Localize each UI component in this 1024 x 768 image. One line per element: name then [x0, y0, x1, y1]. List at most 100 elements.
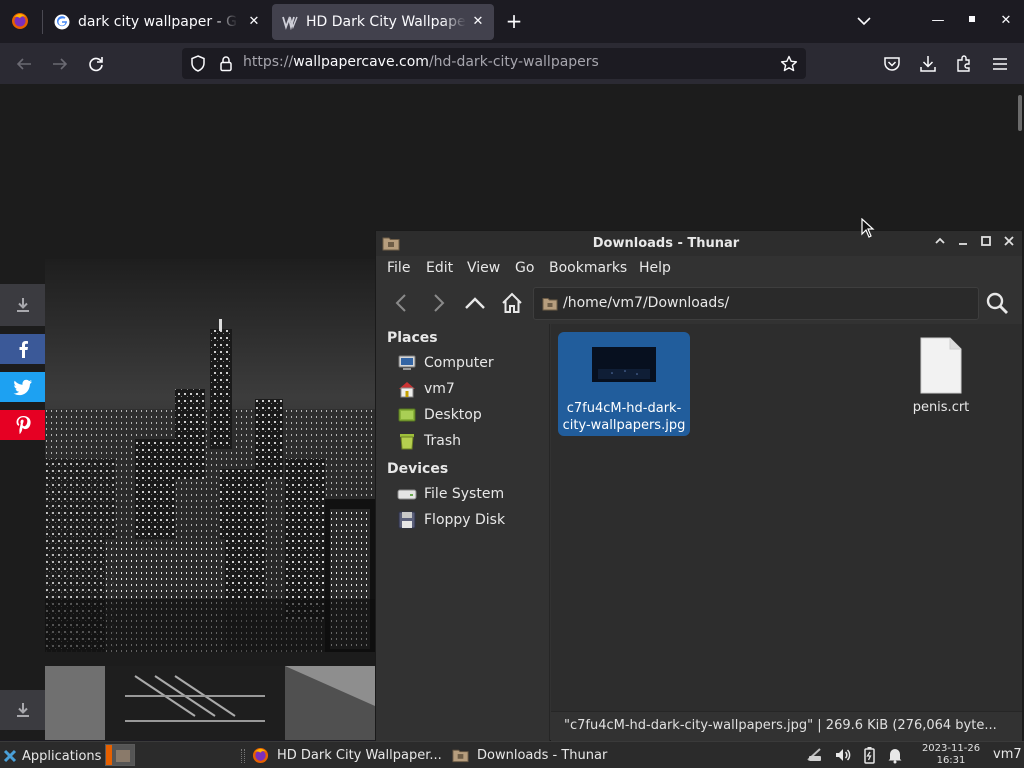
battery-icon[interactable] [860, 746, 878, 764]
search-icon[interactable] [985, 291, 1009, 315]
clock-time: 16:31 [936, 755, 966, 766]
panel-separator [241, 749, 245, 763]
shield-icon[interactable] [190, 55, 206, 72]
image-thumbnail [592, 347, 656, 382]
document-icon [920, 337, 962, 394]
thunar-status-bar: "c7fu4cM-hd-dark-city-wallpapers.jpg" | … [551, 711, 1022, 741]
menu-file[interactable]: File [387, 260, 410, 276]
file-icon-view[interactable]: c7fu4cM-hd-dark-city-wallpapers.jpg peni… [551, 324, 1022, 711]
sidebar-item-file-system[interactable]: File System [397, 483, 504, 505]
thunar-window-title: Downloads - Thunar [592, 236, 740, 251]
list-all-tabs-icon[interactable] [855, 14, 873, 28]
devices-header: Devices [387, 461, 449, 477]
url-text[interactable]: https://wallpapercave.com/hd-dark-city-w… [243, 54, 599, 70]
forward-arrow-icon[interactable] [50, 54, 70, 74]
show-desktop-button[interactable] [105, 744, 135, 766]
sidebar-item-desktop[interactable]: Desktop [397, 404, 482, 426]
minimize-window-button[interactable]: — [929, 12, 947, 30]
wallpaper-image-city-skyline[interactable] [45, 259, 375, 652]
panel-clock[interactable]: 2023-11-26 16:31 [915, 743, 987, 767]
tab-title: dark city wallpaper - Google Search [78, 13, 238, 30]
folder-icon [452, 749, 469, 763]
wallpaper-image-fire-escape[interactable] [45, 666, 375, 740]
shade-window-button[interactable] [932, 235, 948, 251]
maximize-button[interactable] [978, 235, 994, 251]
new-tab-button[interactable]: + [503, 10, 525, 32]
notification-bell-icon[interactable] [886, 746, 904, 764]
thunar-toolbar: /home/vm7/Downloads/ [376, 282, 1022, 324]
clock-date: 2023-11-26 [921, 743, 981, 754]
back-arrow-icon[interactable] [14, 54, 34, 74]
taskbar-item-firefox[interactable]: HD Dark City Wallpaper... [252, 744, 442, 766]
sidebar-item-trash[interactable]: Trash [397, 430, 461, 452]
file-name: penis.crt [912, 400, 970, 415]
tab-google-search[interactable]: dark city wallpaper - Google Search ✕ [44, 0, 270, 43]
minimize-button[interactable] [955, 235, 971, 251]
close-button[interactable] [1001, 235, 1017, 251]
menu-go[interactable]: Go [515, 260, 534, 276]
download-icon [16, 703, 29, 717]
home-folder-icon [399, 382, 415, 398]
close-window-button[interactable]: ✕ [997, 12, 1015, 30]
file-item-selected[interactable]: c7fu4cM-hd-dark-city-wallpapers.jpg [558, 332, 690, 436]
sidebar-item-label: Floppy Disk [424, 512, 506, 528]
bookmark-star-icon[interactable] [780, 55, 798, 73]
back-icon[interactable] [390, 291, 414, 315]
chevron-up-icon [935, 237, 945, 244]
taskbar-item-thunar[interactable]: Downloads - Thunar [452, 744, 607, 766]
minimize-icon [959, 243, 967, 245]
taskbar-item-label: Downloads - Thunar [477, 747, 608, 763]
maximize-icon [981, 236, 991, 246]
sidebar-item-label: Computer [424, 355, 494, 371]
thunar-title-bar[interactable]: Downloads - Thunar [376, 231, 1022, 256]
thunar-sidebar: Places Computer vm7 Desktop Trash Device… [376, 324, 550, 741]
menu-help[interactable]: Help [639, 260, 671, 276]
volume-icon[interactable] [834, 746, 852, 764]
sidebar-item-computer[interactable]: Computer [397, 352, 494, 374]
facebook-share-button[interactable] [0, 334, 45, 364]
tab-wallpapercave[interactable]: HD Dark City Wallpapers ✕ [272, 4, 494, 40]
places-header: Places [387, 330, 438, 346]
applications-menu-button[interactable]: Applications [2, 745, 101, 767]
menu-bookmarks[interactable]: Bookmarks [549, 260, 627, 276]
lock-icon[interactable] [219, 55, 233, 72]
xfce-panel: Applications HD Dark City Wallpaper... D… [0, 741, 1024, 768]
firefox-icon [252, 747, 269, 763]
twitter-share-button[interactable] [0, 372, 45, 402]
home-icon[interactable] [500, 291, 524, 315]
location-path[interactable]: /home/vm7/Downloads/ [563, 295, 729, 311]
close-tab-icon[interactable]: ✕ [470, 14, 486, 30]
pocket-icon[interactable] [882, 54, 902, 74]
google-icon [54, 14, 70, 29]
current-user-label[interactable]: vm7 [993, 747, 1022, 762]
reload-icon[interactable] [86, 54, 106, 74]
pinterest-icon [16, 416, 31, 435]
url-path: /hd-dark-city-wallpapers [428, 54, 599, 70]
download-wallpaper-button[interactable] [0, 690, 45, 730]
extensions-icon[interactable] [954, 54, 974, 74]
twitter-icon [13, 379, 32, 395]
sidebar-item-vm7[interactable]: vm7 [397, 378, 455, 400]
url-bar[interactable]: https://wallpapercave.com/hd-dark-city-w… [182, 48, 806, 79]
parent-folder-icon[interactable] [463, 291, 487, 315]
page-scrollbar[interactable] [1018, 95, 1022, 131]
firefox-icon[interactable] [11, 12, 29, 30]
menu-edit[interactable]: Edit [426, 260, 453, 276]
maximize-window-button[interactable] [963, 12, 981, 30]
hamburger-menu-icon[interactable] [990, 54, 1010, 74]
thunar-file-manager-window[interactable]: Downloads - Thunar File Edit View Go Boo… [375, 230, 1023, 741]
downloads-icon[interactable] [918, 54, 938, 74]
url-scheme: https:// [243, 54, 294, 70]
pinterest-share-button[interactable] [0, 410, 45, 440]
trash-icon [400, 434, 414, 450]
forward-icon[interactable] [426, 291, 450, 315]
applications-label: Applications [22, 748, 102, 764]
download-wallpaper-button[interactable] [0, 284, 45, 326]
menu-view[interactable]: View [467, 260, 500, 276]
location-bar[interactable]: /home/vm7/Downloads/ [533, 287, 979, 320]
sidebar-item-floppy-disk[interactable]: Floppy Disk [397, 509, 505, 531]
status-text: "c7fu4cM-hd-dark-city-wallpapers.jpg" | … [564, 718, 997, 733]
close-tab-icon[interactable]: ✕ [246, 14, 262, 30]
network-icon[interactable] [806, 746, 824, 764]
file-item[interactable]: penis.crt [891, 334, 991, 424]
